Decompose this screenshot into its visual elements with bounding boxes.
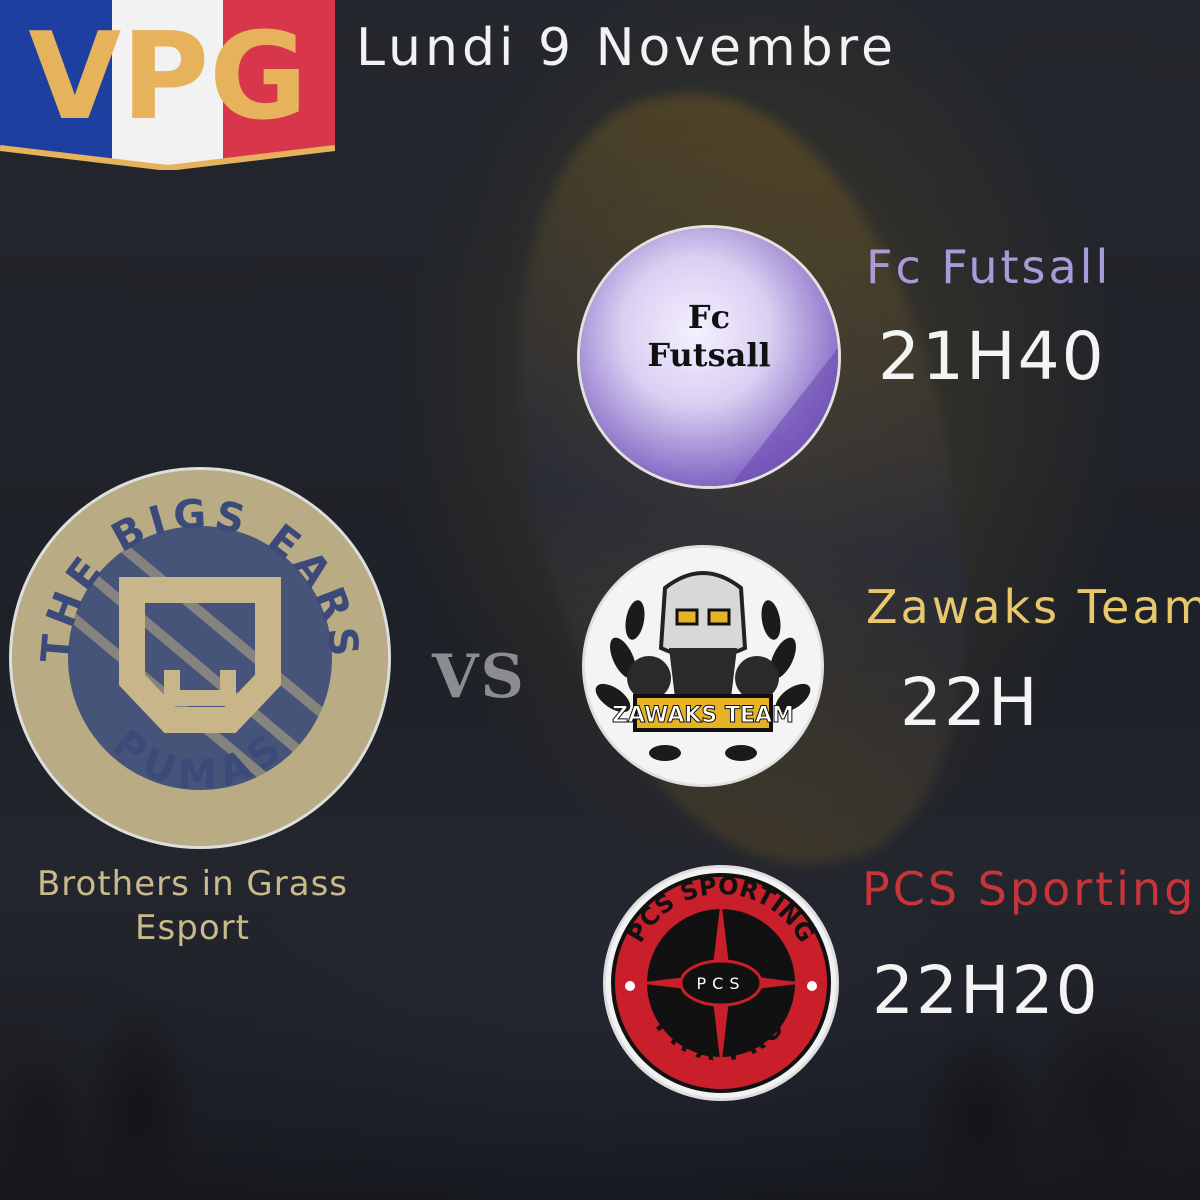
fc-futsall-logo-text: Fc Futsall <box>580 298 838 374</box>
match-time-2: 22H <box>900 664 1040 741</box>
home-team-logo: THE BIGS EARS PUMAS <box>12 470 388 846</box>
zawaks-logo-text: ZAWAKS TEAM <box>612 703 794 728</box>
vpg-logo: VPG <box>0 0 335 170</box>
vpg-logo-text: VPG <box>28 8 307 147</box>
opponent-name-1: Fc Futsall <box>866 240 1112 294</box>
opponent-name-2: Zawaks Team <box>866 580 1200 634</box>
match-time-3: 22H20 <box>872 952 1100 1029</box>
fc-futsall-logo: Fc Futsall <box>580 228 838 486</box>
pcs-logo-center-text: PCS <box>697 974 746 993</box>
zawaks-team-logo: ZAWAKS TEAM <box>585 548 821 784</box>
opponent-name-3: PCS Sporting <box>862 862 1197 916</box>
page-title: Lundi 9 Novembre <box>356 18 897 78</box>
match-time-1: 21H40 <box>878 318 1106 395</box>
vs-label: VS <box>432 642 526 712</box>
fc-futsall-logo-line: Futsall <box>647 336 771 374</box>
pcs-sporting-logo: PCS PCS SPORTING FIFA PRO <box>606 868 836 1098</box>
home-team-name: Brothers in Grass Esport <box>36 864 349 948</box>
fc-futsall-logo-line: Fc <box>687 298 731 336</box>
